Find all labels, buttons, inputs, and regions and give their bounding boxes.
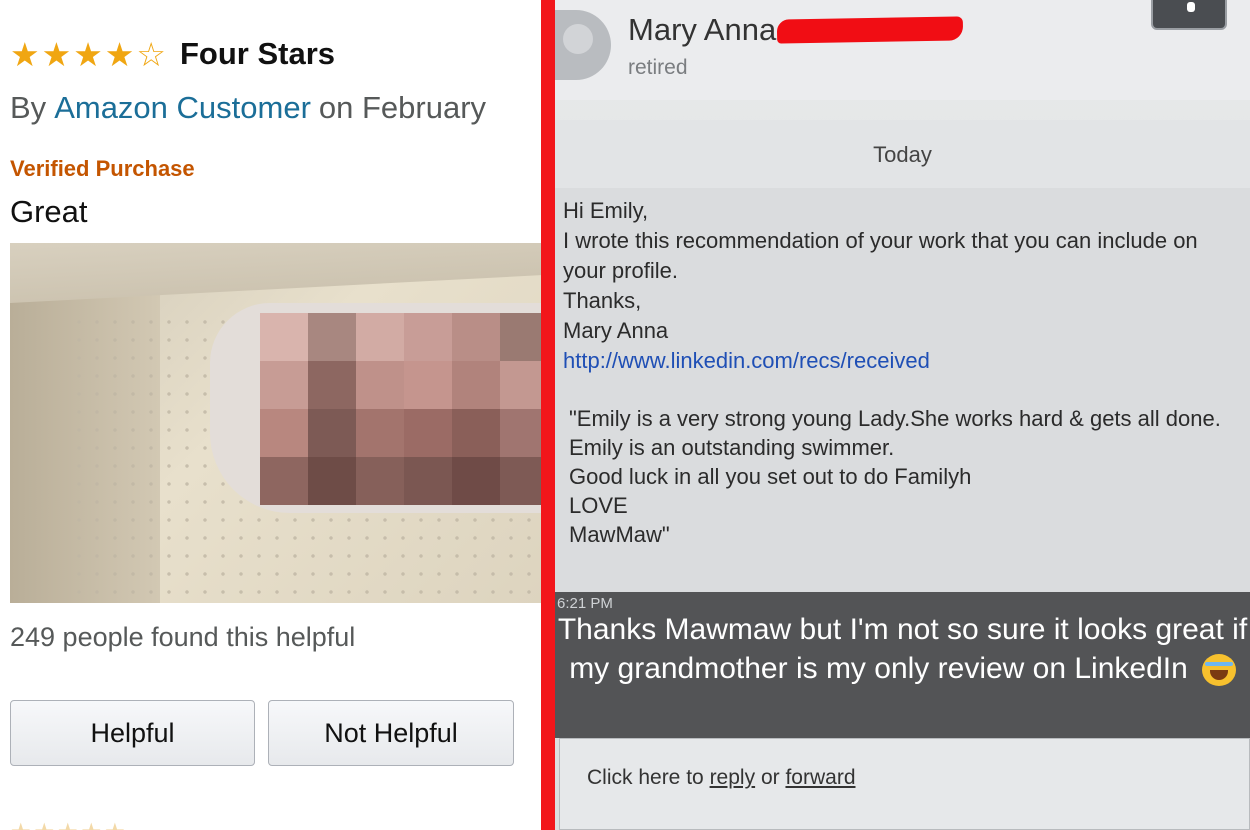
censor-pixelation xyxy=(260,313,541,505)
header-corner-button[interactable] xyxy=(1151,0,1227,30)
rating-title: Four Stars xyxy=(179,36,335,71)
helpful-count: 249 people found this helpful xyxy=(10,622,356,652)
reply-link[interactable]: reply xyxy=(710,766,756,789)
review-date: on February xyxy=(318,90,487,125)
quote-line: Emily is an outstanding swimmer. xyxy=(569,435,895,460)
greeting: Hi Emily, xyxy=(563,198,649,223)
signature: Mary Anna xyxy=(563,318,669,343)
date-label: Today xyxy=(873,142,932,167)
thanks-line: Thanks, xyxy=(563,288,642,313)
verified-purchase-badge: Verified Purchase xyxy=(10,156,195,181)
quote-line: LOVE xyxy=(569,493,628,518)
star-icon: ★ xyxy=(73,34,103,74)
star-empty-icon: ☆ xyxy=(136,34,166,74)
review-photo[interactable] xyxy=(10,243,541,603)
tears-of-joy-emoji xyxy=(1201,654,1236,687)
review-byline: By Amazon Customer on February xyxy=(10,90,486,126)
linkedin-link[interactable]: http://www.linkedin.com/recs/received xyxy=(563,346,1243,376)
redaction-mark xyxy=(776,16,964,44)
not-helpful-button[interactable]: Not Helpful xyxy=(268,700,514,766)
red-divider xyxy=(541,0,555,830)
recommendation-quote: "Emily is a very strong young Lady.She w… xyxy=(569,404,1239,549)
by-label: By xyxy=(10,90,47,125)
next-review-stars: ★★★★★ xyxy=(10,818,128,830)
amazon-review-panel: ★ ★ ★ ★ ☆ Four Stars By Amazon Customer on… xyxy=(0,0,541,830)
rating-row: ★ ★ ★ ★ ☆ Four Stars xyxy=(10,36,335,72)
forward-link[interactable]: forward xyxy=(785,766,855,789)
quote-line: Good luck in all you set out to do Famil… xyxy=(569,464,972,489)
reply-or: or xyxy=(760,766,780,789)
author-link[interactable]: Amazon Customer xyxy=(54,90,311,125)
email-panel: Mary Anna retired Today Hi Emily, I wrot… xyxy=(555,0,1250,830)
quote-line: "Emily is a very strong young Lady.She w… xyxy=(569,406,1221,431)
quote-line: MawMaw" xyxy=(569,522,670,547)
helpful-button[interactable]: Helpful xyxy=(10,700,255,766)
star-icon: ★ xyxy=(41,34,72,74)
message-line: I wrote this recommendation of your work… xyxy=(563,228,1198,283)
photo-ceiling xyxy=(10,243,541,303)
review-title: Great xyxy=(10,194,88,229)
sender-title: retired xyxy=(628,56,688,79)
caption-line: Thanks Mawmaw but I'm not so sure it loo… xyxy=(557,613,1248,685)
star-icon: ★ xyxy=(10,34,40,74)
sender-name: Mary Anna xyxy=(628,12,777,47)
star-icon: ★ xyxy=(104,34,135,74)
star-rating: ★ ★ ★ ★ ☆ xyxy=(10,38,166,71)
reply-prefix: Click here to xyxy=(587,766,704,789)
caption-text: Thanks Mawmaw but I'm not so sure it loo… xyxy=(555,610,1250,688)
message-body: Hi Emily, I wrote this recommendation of… xyxy=(563,196,1243,376)
reply-prompt: Click here to reply or forward xyxy=(587,766,856,790)
